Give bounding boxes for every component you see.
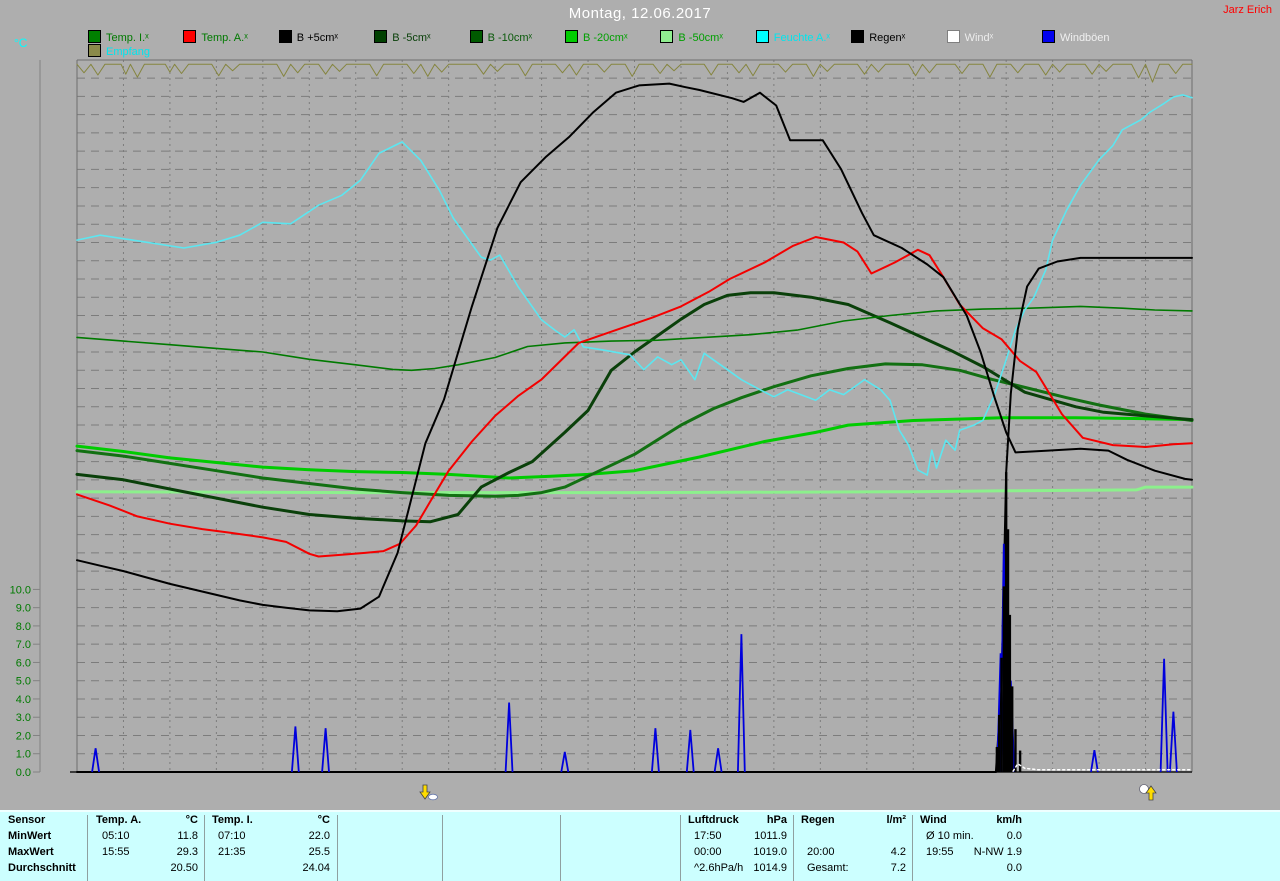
series-b_m10 [75, 362, 1194, 498]
col-value: 0.0 [1006, 830, 1022, 842]
series-windboeen-spike [291, 726, 300, 773]
sun-marker-down [419, 784, 438, 801]
col-value: 29.3 [176, 846, 198, 858]
col-value: N-NW 1.9 [973, 846, 1022, 858]
col-value: 1014.9 [753, 862, 787, 874]
left-axis-tick-label: 0.0 [16, 767, 31, 779]
left-axis-tick-label: 8.0 [16, 621, 31, 633]
table-separator [442, 815, 443, 881]
col-unit: km/h [996, 814, 1022, 826]
series-wind [1012, 763, 1193, 772]
series-windboeen-spike [651, 728, 660, 773]
series-windboeen-spike [737, 634, 746, 773]
series-windboeen-spike [504, 702, 514, 773]
col-value: 1011.9 [754, 830, 787, 842]
left-axis-tick-label: 10.0 [10, 584, 31, 596]
col-value: 24.04 [302, 862, 330, 874]
table-separator [337, 815, 338, 881]
series-windboeen-spike [560, 751, 570, 773]
col-value: 4.2 [890, 846, 906, 858]
col-value: 1019.0 [753, 846, 787, 858]
col-unit: °C [185, 814, 198, 826]
series-windboeen-spike [1159, 658, 1169, 773]
series-windboeen-spike [685, 729, 695, 773]
table-separator [87, 815, 88, 881]
col-value: 11.8 [177, 830, 198, 842]
left-axis-tick-label: 4.0 [16, 694, 31, 706]
left-axis-tick-label: 5.0 [16, 676, 31, 688]
table-separator [793, 815, 794, 881]
row-label-sensor: Sensor [8, 814, 46, 826]
row-label-maxwert: MaxWert [8, 846, 54, 858]
col-unit: °C [317, 814, 330, 826]
series-windboeen-spike [1169, 711, 1178, 773]
table-separator [912, 815, 913, 881]
left-axis-tick-label: 1.0 [16, 749, 31, 761]
table-separator [680, 815, 681, 881]
left-axis-tick-label: 7.0 [16, 639, 31, 651]
weather-logger-window: Montag, 12.06.2017 Jarz Erich °C Temp. I… [0, 0, 1280, 881]
col-value: 22.0 [308, 830, 330, 842]
series-windboeen-spike [713, 748, 723, 773]
table-separator [560, 815, 561, 881]
row-label-minwert: MinWert [8, 830, 52, 842]
col-unit: l/m² [886, 814, 906, 826]
left-axis-tick-label: 9.0 [16, 603, 31, 615]
col-unit: hPa [766, 814, 787, 826]
sun-marker-up [1139, 784, 1157, 801]
col-value: 20.50 [170, 862, 198, 874]
statistics-table: Sensor MinWert MaxWert Durchschnitt Temp. A.… [0, 810, 1280, 881]
col-value: 7.2 [890, 862, 906, 874]
left-axis-tick-label: 6.0 [16, 657, 31, 669]
series-windboeen-spike [321, 728, 330, 773]
col-value: 25.5 [308, 846, 330, 858]
row-label-durchschnitt: Durchschnitt [8, 862, 76, 874]
series-windboeen-spike [91, 748, 100, 773]
sunset-arrow-icon [428, 793, 438, 801]
series-regen_summe [76, 256, 1193, 773]
left-axis-tick-label: 2.0 [16, 730, 31, 742]
left-axis-tick-label: 3.0 [16, 712, 31, 724]
table-separator [204, 815, 205, 881]
chart-plot-area: 10.0 9.0 8.0 7.0 6.0 5.0 4.0 3.0 2.0 1.0 0.0 [10, 59, 1194, 801]
col-value: 0.0 [1006, 862, 1022, 874]
